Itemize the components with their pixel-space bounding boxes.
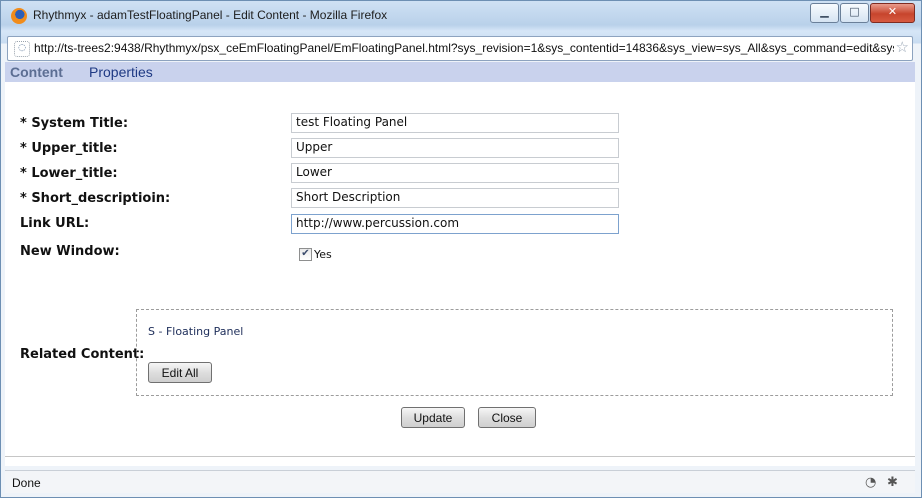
system-title-input[interactable]: test Floating Panel	[291, 113, 619, 133]
related-content-label: Related Content:	[20, 347, 145, 362]
url-text[interactable]: http://ts-trees2:9438/Rhythmyx/psx_ceEmF…	[34, 41, 894, 55]
status-text: Done	[12, 476, 41, 490]
firefox-icon	[11, 8, 27, 24]
new-window-label: New Window:	[20, 244, 120, 259]
window-title: Rhythmyx - adamTestFloatingPanel - Edit …	[33, 8, 388, 22]
page-content: Content Properties * System Title: test …	[5, 62, 915, 466]
content-separator	[5, 456, 915, 457]
star-icon[interactable]: ☆	[896, 39, 909, 55]
link-url-label: Link URL:	[20, 216, 90, 231]
edit-all-button[interactable]: Edit All	[148, 362, 212, 383]
tab-content[interactable]: Content	[10, 64, 63, 80]
related-content-box: S - Floating Panel Edit All	[136, 309, 893, 396]
update-button[interactable]: Update	[401, 407, 465, 428]
system-title-label: * System Title:	[20, 116, 129, 131]
upper-title-input[interactable]: Upper	[291, 138, 619, 158]
short-description-label: * Short_descriptioin:	[20, 191, 171, 206]
rss-feed-icon[interactable]: ◔	[865, 475, 876, 490]
window-controls: ▁ □ ✕	[809, 3, 915, 23]
lower-title-label: * Lower_title:	[20, 166, 118, 181]
title-bar[interactable]: Rhythmyx - adamTestFloatingPanel - Edit …	[1, 1, 921, 31]
minimize-button[interactable]: ▁	[810, 3, 839, 23]
close-window-button[interactable]: ✕	[870, 3, 915, 23]
short-description-input[interactable]: Short Description	[291, 188, 619, 208]
upper-title-label: * Upper_title:	[20, 141, 118, 156]
close-button[interactable]: Close	[478, 407, 536, 428]
link-url-input[interactable]: http://www.percussion.com	[291, 214, 619, 234]
page-icon[interactable]: ◌	[14, 41, 30, 57]
new-window-checkbox[interactable]: ✔	[299, 248, 312, 261]
new-window-option-label[interactable]: Yes	[314, 248, 332, 261]
maximize-button[interactable]: □	[840, 3, 869, 23]
tab-bar: Content Properties	[5, 62, 915, 82]
related-item[interactable]: S - Floating Panel	[148, 325, 243, 338]
lower-title-input[interactable]: Lower	[291, 163, 619, 183]
tab-properties[interactable]: Properties	[89, 64, 153, 80]
status-bar: Done ◔ ✱	[5, 470, 915, 493]
address-bar[interactable]: ◌ http://ts-trees2:9438/Rhythmyx/psx_ceE…	[7, 36, 913, 61]
bug-icon[interactable]: ✱	[887, 475, 898, 490]
